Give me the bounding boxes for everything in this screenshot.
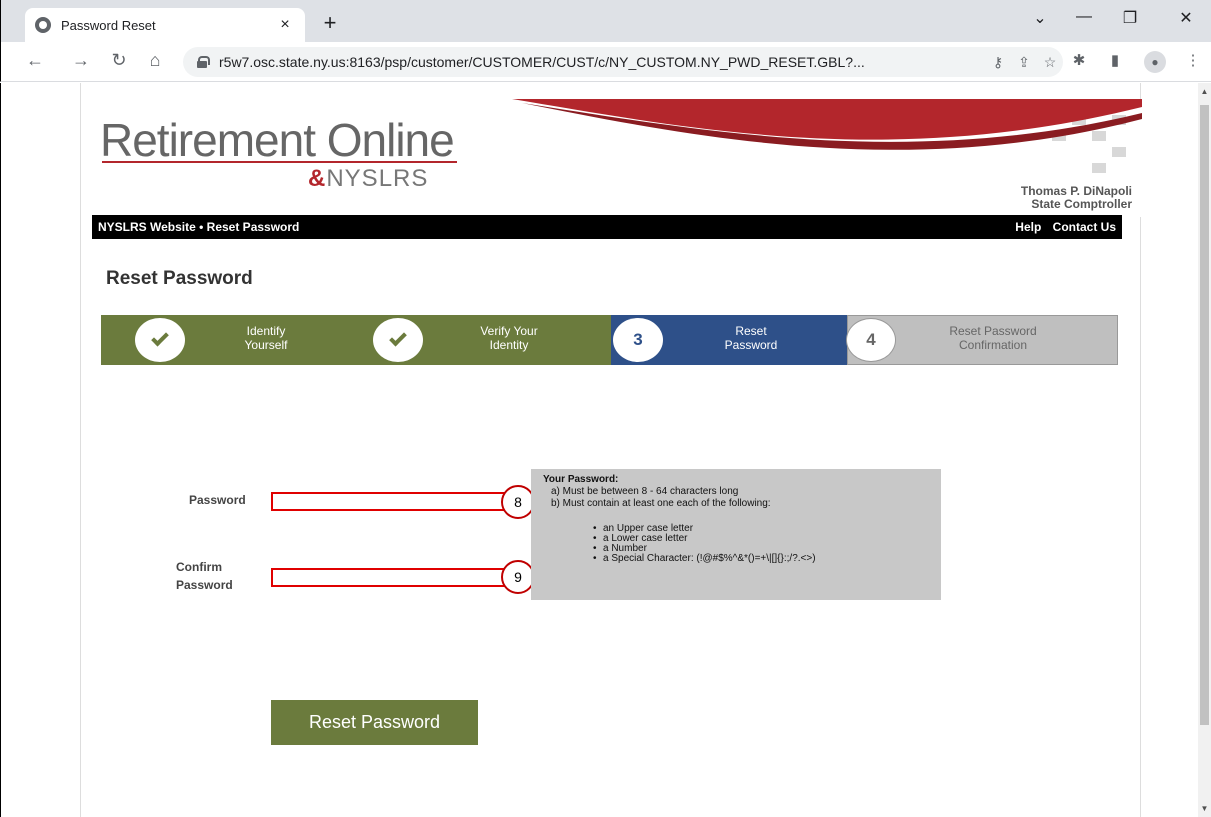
close-window-icon[interactable]: ✕ [1171,8,1201,28]
logo-subtitle: &NYSLRS [308,165,428,193]
reload-icon[interactable]: ↻ [107,50,131,71]
check-icon [373,318,423,362]
step-4-number: 4 [846,318,896,362]
scroll-up-icon[interactable]: ▲ [1200,87,1209,96]
top-navbar: NYSLRS Website • Reset Password Help Con… [92,215,1122,239]
browser-toolbar: ← → ↻ ⌂ r5w7.osc.state.ny.us:8163/psp/cu… [0,42,1211,82]
restore-icon[interactable]: ❐ [1115,8,1145,28]
address-bar[interactable]: r5w7.osc.state.ny.us:8163/psp/customer/C… [183,47,1063,77]
profile-icon[interactable]: ● [1144,51,1166,73]
page-viewport: Retirement Online &NYSLRS Thomas P. DiNa… [0,83,1211,817]
step-4-label: Reset Password Confirmation [949,324,1037,352]
password-rules-box: Your Password: a) Must be between 8 - 64… [531,469,941,600]
scroll-thumb[interactable] [1200,105,1209,725]
rule-length: a) Must be between 8 - 64 characters lon… [551,486,739,497]
home-icon[interactable]: ⌂ [143,50,167,71]
key-icon[interactable]: ⚷ [985,54,1011,71]
confirm-password-input[interactable] [271,568,515,587]
step-3-label: Reset Password [724,324,778,352]
reset-password-button[interactable]: Reset Password [271,700,478,745]
help-link[interactable]: Help [1015,220,1041,234]
step-2-label: Verify Your Identity [480,324,538,352]
comptroller-title: State Comptroller [1031,197,1132,211]
check-icon [135,318,185,362]
rules-list: an Upper case letter a Lower case letter… [543,524,929,565]
scroll-down-icon[interactable]: ▼ [1200,804,1209,813]
rule-item: a Special Character: (!@#$%^&*()=+\|[]{}… [593,554,929,565]
rule-contains: b) Must contain at least one each of the… [551,498,771,509]
tab-title: Password Reset [61,17,156,33]
minimize-icon[interactable]: — [1069,8,1099,26]
page-container: Retirement Online &NYSLRS Thomas P. DiNa… [80,83,1142,817]
star-icon[interactable]: ☆ [1037,54,1063,71]
step-3-number: 3 [613,318,663,362]
globe-icon [35,17,51,33]
rules-heading: Your Password: [543,474,619,485]
lock-icon[interactable] [197,56,210,68]
tab-bar: Password Reset × + ⌄ — ❐ ✕ [0,0,1211,42]
close-tab-icon[interactable]: × [275,16,295,34]
password-label: Password [189,493,246,507]
url-text[interactable]: r5w7.osc.state.ny.us:8163/psp/customer/C… [219,54,985,70]
share-icon[interactable]: ⇪ [1011,54,1037,71]
step-identify: Identify Yourself [101,315,359,365]
confirm-password-label: Confirm Password [176,560,233,592]
step-verify: Verify Your Identity [359,315,611,365]
browser-tab[interactable]: Password Reset × [25,8,305,42]
step-confirmation: 4 Reset Password Confirmation [846,315,1118,365]
header-banner: Retirement Online &NYSLRS Thomas P. DiNa… [92,99,1142,217]
page-title: Reset Password [106,268,253,289]
back-icon[interactable]: ← [23,50,47,71]
logo-underline [102,161,457,163]
callout-9: 9 [501,560,535,594]
password-input[interactable] [271,492,515,511]
progress-steps: Identify Yourself Verify Your Identity 3 R… [101,315,1118,365]
tab-search-icon[interactable]: ⌄ [1025,8,1055,28]
extensions-icon[interactable]: ✱ [1067,51,1091,69]
logo-nyslrs: NYSLRS [326,165,429,192]
rule-item: a Lower case letter [593,534,929,545]
contact-us-link[interactable]: Contact Us [1053,220,1116,234]
scrollbar[interactable]: ▲ ▼ [1198,83,1211,817]
menu-icon[interactable]: ⋮ [1181,51,1205,69]
forward-icon[interactable]: → [69,50,93,71]
callout-8: 8 [501,485,535,519]
breadcrumb[interactable]: NYSLRS Website • Reset Password [98,220,1007,234]
comptroller-block: Thomas P. DiNapoli State Comptroller [1021,185,1132,211]
sidepanel-icon[interactable]: ▮ [1103,51,1127,69]
logo-amp: & [308,165,327,192]
navbar-links: Help Contact Us [1007,220,1116,234]
logo-title: Retirement Online [100,114,455,166]
step-reset: 3 Reset Password [611,315,847,365]
new-tab-button[interactable]: + [317,10,343,36]
step-1-label: Identify Yourself [244,324,288,352]
